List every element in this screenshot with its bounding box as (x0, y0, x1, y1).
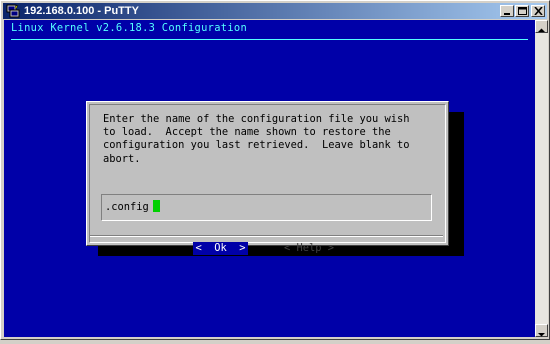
window-title: 192.168.0.100 - PuTTY (24, 5, 139, 17)
help-button[interactable]: < Help > (284, 242, 334, 255)
terminal-screen[interactable]: Linux Kernel v2.6.18.3 Configuration Ent… (4, 20, 535, 337)
ok-button[interactable]: < Ok > (193, 242, 248, 255)
maximize-icon (518, 7, 527, 15)
scroll-up-button[interactable] (535, 20, 548, 33)
minimize-button[interactable] (500, 5, 514, 17)
load-config-dialog: Enter the name of the configuration file… (86, 101, 449, 255)
filename-input-value: .config (105, 201, 149, 213)
button-divider-highlight (90, 236, 443, 237)
close-button[interactable] (531, 5, 545, 17)
title-bar[interactable]: 192.168.0.100 - PuTTY (3, 3, 547, 19)
kernel-config-header: Linux Kernel v2.6.18.3 Configuration (11, 22, 248, 34)
header-divider (11, 39, 528, 40)
dialog-prompt: Enter the name of the configuration file… (103, 113, 410, 165)
minimize-icon (504, 13, 510, 15)
putty-app-icon[interactable] (6, 4, 20, 18)
scroll-down-button[interactable] (535, 324, 548, 337)
text-cursor (153, 200, 160, 212)
close-icon (534, 7, 543, 15)
putty-window: 192.168.0.100 - PuTTY Linux Kernel v2.6.… (0, 0, 550, 340)
maximize-button[interactable] (515, 5, 529, 17)
scroll-down-icon (538, 333, 545, 337)
scroll-up-icon (538, 28, 545, 32)
vertical-scrollbar[interactable] (535, 20, 548, 337)
filename-input[interactable]: .config (101, 194, 432, 221)
